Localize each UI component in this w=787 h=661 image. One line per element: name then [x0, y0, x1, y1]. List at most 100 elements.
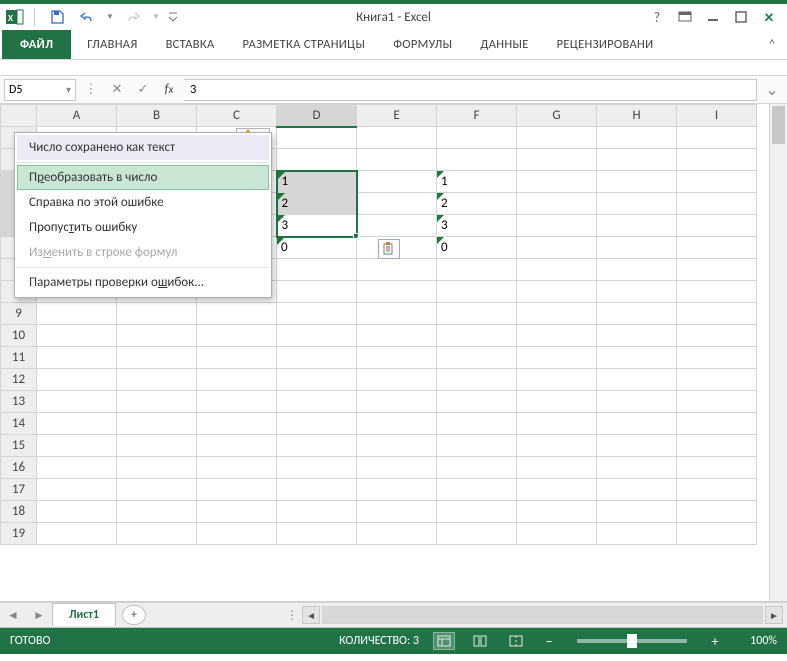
cell[interactable] [517, 435, 597, 457]
cell[interactable] [437, 369, 517, 391]
cell[interactable] [597, 347, 677, 369]
ribbon-collapse-button[interactable]: ˄ [757, 30, 787, 59]
cell[interactable] [677, 457, 757, 479]
cell[interactable] [357, 303, 437, 325]
save-button[interactable] [45, 6, 69, 28]
fx-button[interactable]: fx [158, 79, 180, 101]
cell[interactable]: 2 [277, 193, 357, 215]
cell[interactable] [517, 149, 597, 171]
cell[interactable] [517, 413, 597, 435]
cell[interactable] [517, 193, 597, 215]
cell[interactable] [677, 391, 757, 413]
cell[interactable] [117, 303, 197, 325]
cell[interactable] [597, 325, 677, 347]
cell[interactable] [677, 501, 757, 523]
cell[interactable] [677, 325, 757, 347]
cell[interactable] [277, 391, 357, 413]
cell[interactable] [277, 347, 357, 369]
cell[interactable] [677, 523, 757, 545]
cell[interactable] [357, 479, 437, 501]
cell[interactable] [677, 479, 757, 501]
vertical-scrollbar[interactable] [769, 104, 787, 601]
cell[interactable]: 1 [437, 171, 517, 193]
col-header[interactable]: H [597, 105, 677, 127]
cell[interactable] [437, 457, 517, 479]
cell[interactable] [37, 325, 117, 347]
cell[interactable] [277, 303, 357, 325]
cell[interactable] [437, 259, 517, 281]
row-header[interactable]: 9 [1, 303, 37, 325]
name-box[interactable]: D5 [4, 79, 76, 101]
cell[interactable] [597, 281, 677, 303]
cell[interactable] [677, 347, 757, 369]
cell[interactable] [357, 391, 437, 413]
cell[interactable] [437, 435, 517, 457]
cell[interactable] [597, 435, 677, 457]
cell[interactable] [517, 127, 597, 149]
cell[interactable] [517, 479, 597, 501]
cell[interactable] [677, 193, 757, 215]
cell[interactable] [117, 413, 197, 435]
cell[interactable] [677, 413, 757, 435]
cell[interactable] [597, 303, 677, 325]
cell[interactable] [677, 237, 757, 259]
row-header[interactable]: 11 [1, 347, 37, 369]
col-header[interactable]: A [37, 105, 117, 127]
cell[interactable] [597, 479, 677, 501]
cell[interactable] [357, 501, 437, 523]
cell[interactable] [517, 369, 597, 391]
undo-drop-icon[interactable]: ▼ [105, 6, 115, 28]
cell[interactable] [357, 457, 437, 479]
col-header[interactable]: I [677, 105, 757, 127]
cell[interactable] [197, 413, 277, 435]
cell[interactable] [597, 215, 677, 237]
cell[interactable] [37, 523, 117, 545]
cell[interactable]: 3 [277, 215, 357, 237]
cell[interactable] [597, 457, 677, 479]
cell[interactable] [677, 435, 757, 457]
cell[interactable] [357, 413, 437, 435]
maximize-button[interactable] [729, 6, 753, 28]
cell[interactable] [517, 347, 597, 369]
cell[interactable] [437, 523, 517, 545]
col-header[interactable]: D [277, 105, 357, 127]
cell[interactable] [117, 435, 197, 457]
cell[interactable] [277, 369, 357, 391]
cell[interactable]: 0 [437, 237, 517, 259]
cell[interactable] [437, 303, 517, 325]
cell[interactable] [437, 413, 517, 435]
cell[interactable] [117, 369, 197, 391]
row-header[interactable]: 10 [1, 325, 37, 347]
cell[interactable] [597, 369, 677, 391]
cell[interactable] [117, 479, 197, 501]
cell[interactable] [37, 303, 117, 325]
cell[interactable] [597, 149, 677, 171]
cell[interactable] [517, 237, 597, 259]
cell[interactable] [357, 369, 437, 391]
cell[interactable] [677, 303, 757, 325]
tab-insert[interactable]: ВСТАВКА [152, 30, 229, 59]
cell[interactable]: 3 [437, 215, 517, 237]
cell[interactable] [597, 523, 677, 545]
cell[interactable] [597, 413, 677, 435]
cell[interactable] [37, 413, 117, 435]
cell[interactable] [517, 523, 597, 545]
cell[interactable] [517, 457, 597, 479]
cell[interactable] [437, 149, 517, 171]
cell[interactable] [37, 369, 117, 391]
col-header[interactable]: B [117, 105, 197, 127]
horizontal-scrollbar[interactable]: ◄ ► [298, 606, 787, 624]
cell[interactable] [437, 281, 517, 303]
undo-button[interactable] [75, 6, 99, 28]
accept-formula-button[interactable]: ✓ [132, 79, 154, 101]
cell[interactable] [197, 325, 277, 347]
cell[interactable] [357, 149, 437, 171]
cell[interactable] [277, 259, 357, 281]
cell[interactable] [517, 281, 597, 303]
cell[interactable] [677, 215, 757, 237]
qat-customize-icon[interactable] [167, 6, 179, 28]
cell[interactable] [357, 171, 437, 193]
cell[interactable] [277, 149, 357, 171]
cell[interactable] [677, 171, 757, 193]
cell[interactable] [597, 391, 677, 413]
